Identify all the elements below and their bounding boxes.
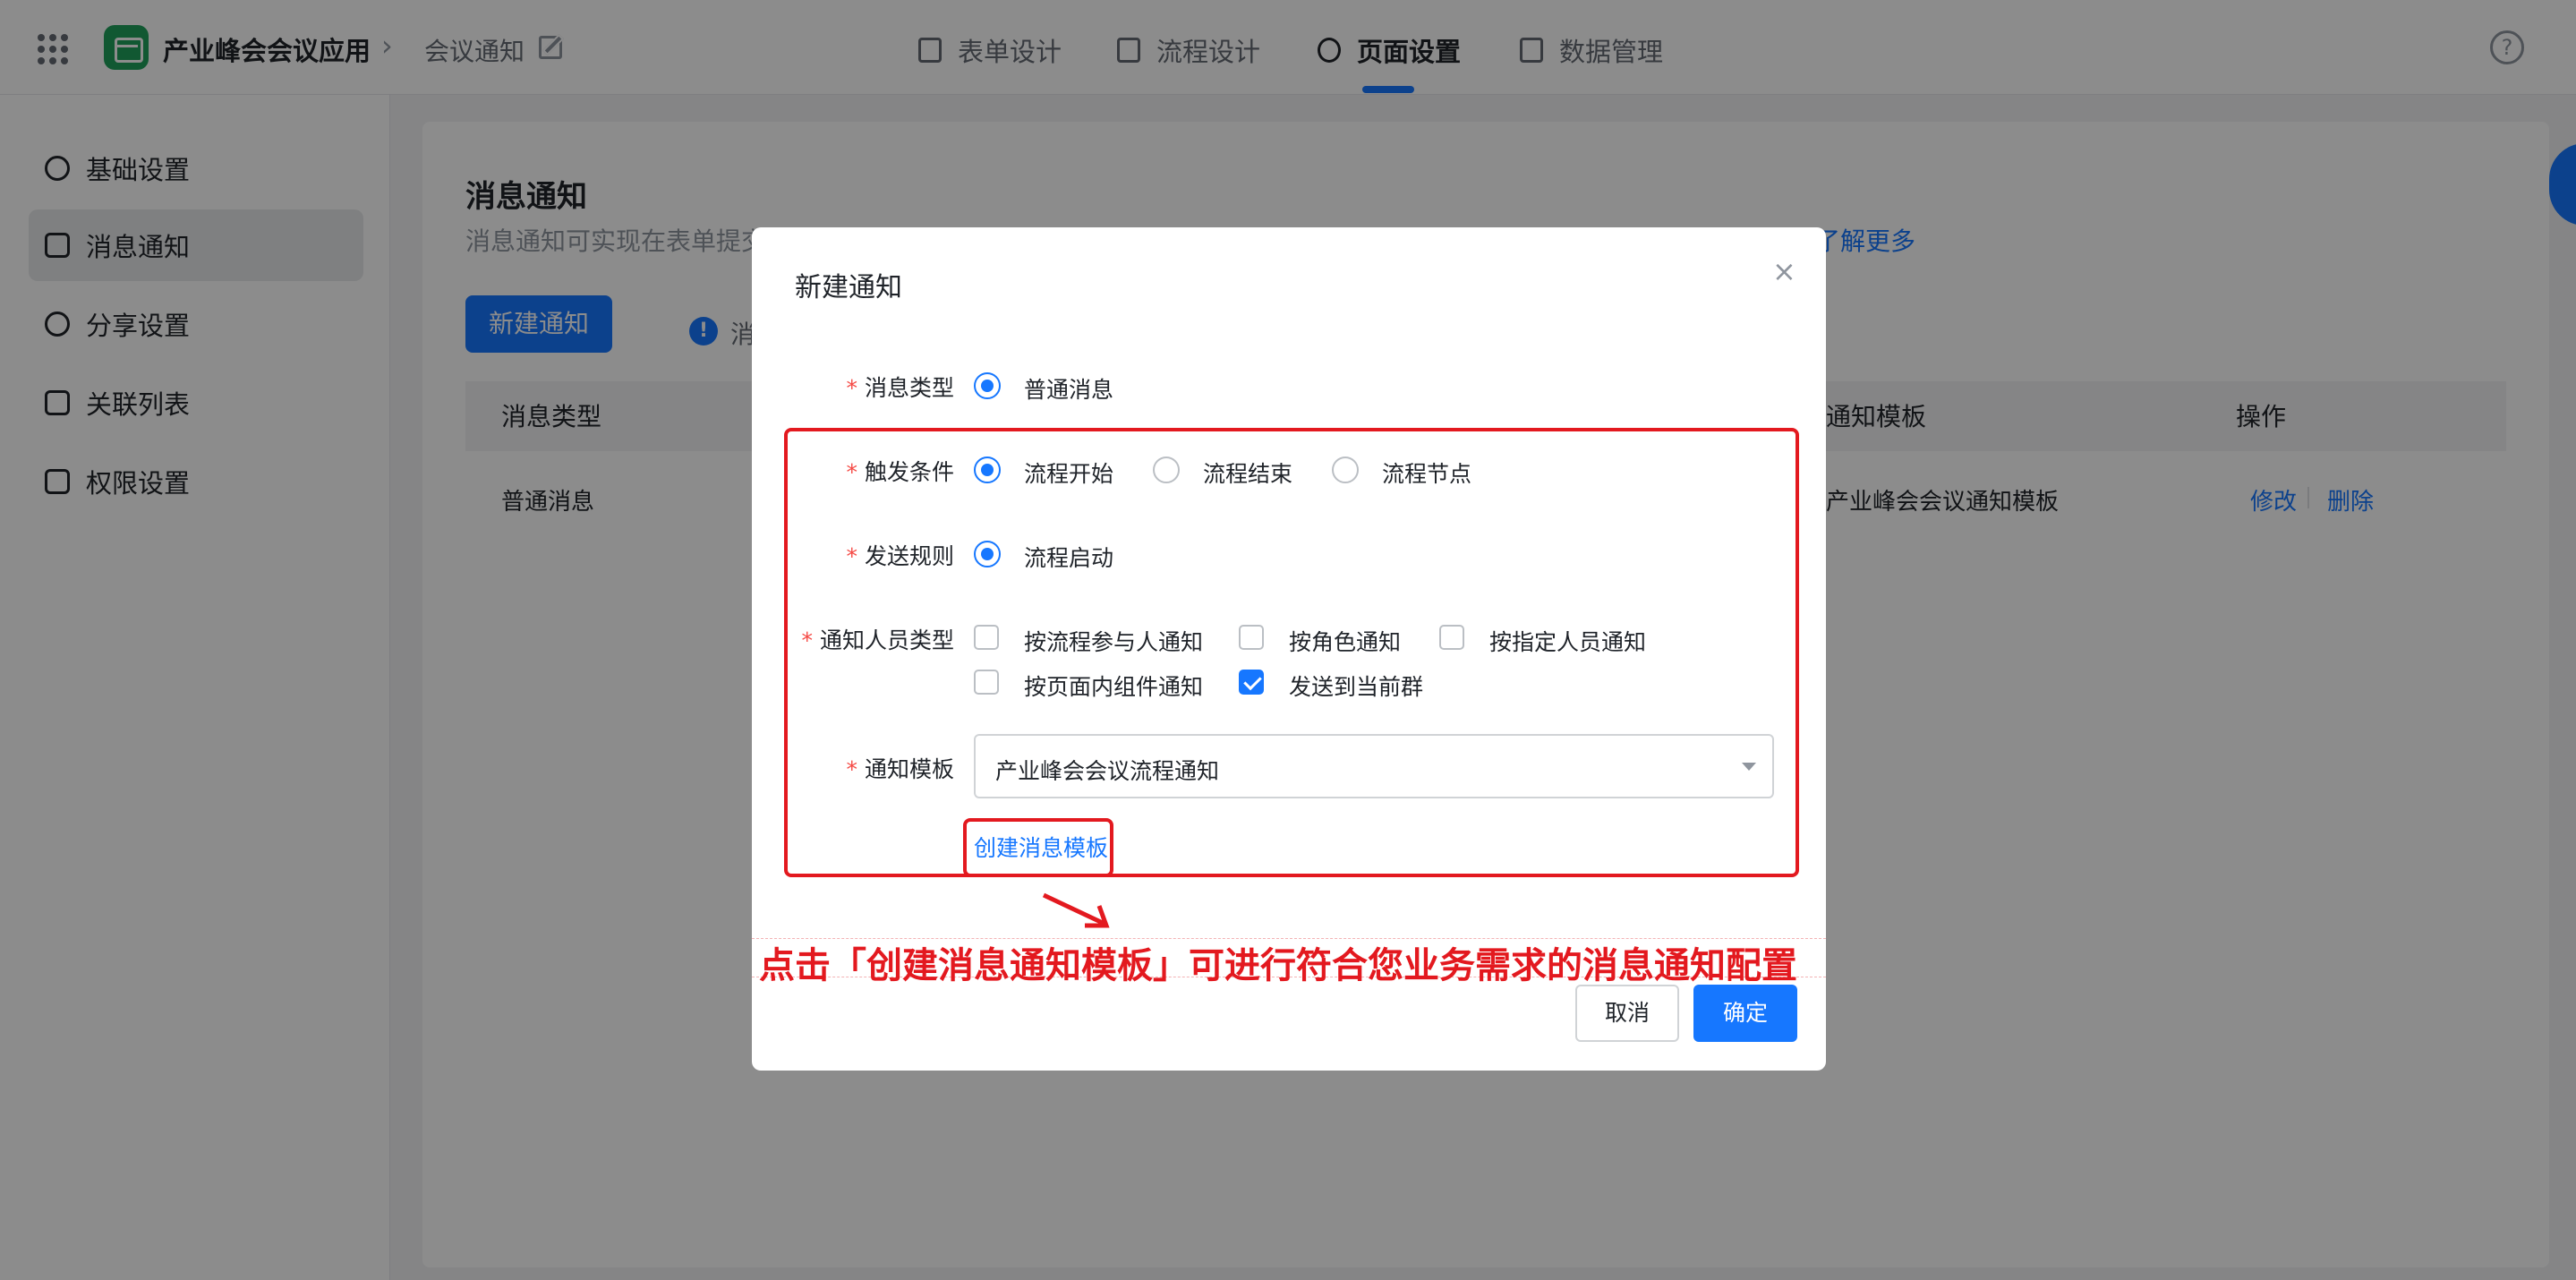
option-normal-message: 普通消息 [1024, 377, 1114, 403]
annotation-highlight-form [784, 428, 1799, 877]
annotation-text: 点击「创建消息通知模板」可进行符合您业务需求的消息通知配置 [759, 945, 1797, 986]
radio-normal-message[interactable] [974, 372, 1001, 399]
close-icon[interactable]: × [1772, 254, 1796, 288]
dialog-title: 新建通知 [795, 272, 902, 303]
annotation-arrow-icon [1042, 892, 1110, 928]
confirm-button[interactable]: 确定 [1693, 985, 1797, 1042]
cancel-button[interactable]: 取消 [1575, 985, 1679, 1042]
label-message-type: * 消息类型 [846, 375, 954, 401]
annotation-highlight-link [963, 818, 1113, 877]
